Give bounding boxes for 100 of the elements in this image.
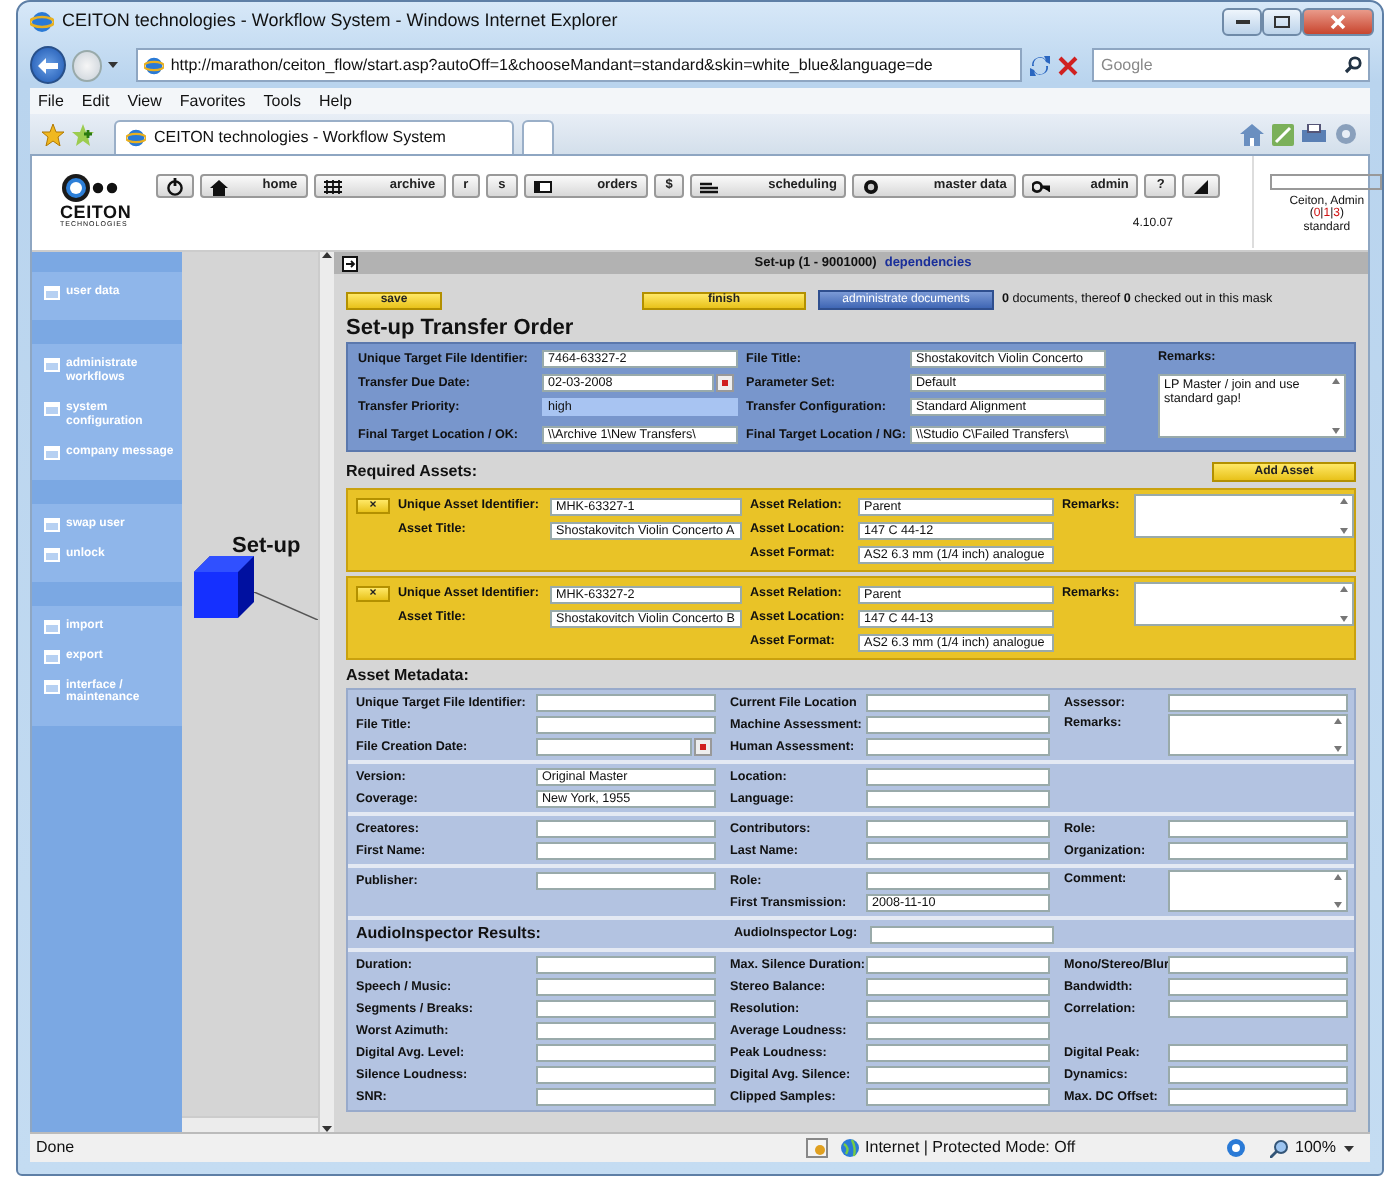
input-field[interactable] (1168, 1088, 1348, 1107)
text-area[interactable] (1134, 494, 1354, 539)
input-field[interactable] (866, 872, 1050, 891)
text-area[interactable] (1168, 714, 1348, 757)
search-icon[interactable] (1344, 56, 1363, 74)
window-icon (44, 547, 60, 562)
window-icon (44, 445, 60, 460)
input-field[interactable] (1168, 820, 1348, 839)
input-field[interactable] (1168, 1044, 1348, 1063)
menu-item[interactable]: Edit (81, 89, 110, 113)
section-title: Asset Metadata: (346, 664, 471, 689)
input-field[interactable] (866, 768, 1050, 787)
input-field[interactable] (536, 694, 716, 713)
power-icon (165, 177, 184, 195)
input-field[interactable] (1168, 1000, 1348, 1019)
input-field[interactable] (1168, 842, 1348, 861)
input-field[interactable] (536, 872, 716, 891)
dropdown-caret-icon[interactable] (1344, 1145, 1354, 1151)
menu-item[interactable]: File (38, 89, 64, 113)
user-field[interactable] (1270, 174, 1382, 190)
menu-item[interactable]: Help (318, 89, 352, 113)
zoom-icon (1269, 1139, 1288, 1157)
input-field[interactable] (866, 1022, 1050, 1041)
maximize-button[interactable] (1262, 8, 1302, 36)
input-field[interactable] (866, 820, 1050, 839)
menu-item[interactable]: Favorites (179, 89, 246, 113)
input-field[interactable] (866, 790, 1050, 809)
maximize-icon (1274, 16, 1290, 28)
add-favorite-icon[interactable] (72, 123, 94, 145)
input-field[interactable] (866, 1000, 1050, 1019)
search-placeholder: Google (1100, 53, 1153, 77)
stop-icon[interactable] (1058, 55, 1079, 75)
print-icon[interactable] (1302, 123, 1326, 145)
close-button[interactable] (1302, 8, 1374, 36)
input-field[interactable] (866, 978, 1050, 997)
scroll-down-icon (1332, 427, 1340, 434)
text-area[interactable] (1134, 582, 1354, 627)
grid-icon (323, 177, 342, 195)
input-field[interactable] (866, 956, 1050, 975)
menu-item[interactable]: Tools (263, 89, 301, 113)
scroll-up-icon (1340, 586, 1348, 593)
horizontal-scrollbar[interactable] (182, 1116, 318, 1132)
input-field[interactable] (866, 1088, 1050, 1107)
zone-text: Internet | Protected Mode: Off (865, 1136, 1078, 1160)
window-icon (44, 358, 60, 372)
back-button[interactable] (30, 46, 67, 84)
scroll-down-icon (1334, 902, 1342, 909)
input-field[interactable] (866, 738, 1050, 757)
logo-text: CEITON (60, 204, 132, 222)
window-icon (44, 401, 60, 416)
window-icon (44, 619, 60, 634)
scroll-up-icon (322, 252, 332, 258)
form-title: Set-up Transfer Order (346, 316, 576, 343)
browser-tab[interactable]: CEITON technologies - Workflow System (114, 120, 514, 154)
zoom-level[interactable]: 100% (1295, 1136, 1336, 1160)
input-field[interactable] (536, 1066, 716, 1085)
scroll-down-icon (1340, 616, 1348, 623)
input-field[interactable] (866, 842, 1050, 861)
home-icon[interactable] (1240, 123, 1264, 145)
menu-item[interactable]: View (127, 89, 162, 113)
input-field[interactable] (536, 1022, 716, 1041)
input-field[interactable] (866, 694, 1050, 713)
text-area[interactable] (1168, 870, 1348, 913)
globe-icon (839, 1138, 860, 1158)
input-field[interactable] (536, 1000, 716, 1019)
input-field[interactable] (536, 820, 716, 839)
section-title: AudioInspector Results: (356, 922, 543, 947)
input-field[interactable] (866, 1066, 1050, 1085)
date-field[interactable] (536, 738, 692, 757)
refresh-icon[interactable] (1028, 53, 1053, 77)
calendar-icon[interactable] (716, 374, 734, 393)
scroll-up-icon (1332, 377, 1340, 384)
input-field[interactable] (536, 842, 716, 861)
nav-button[interactable] (155, 174, 194, 198)
input-field[interactable] (536, 1044, 716, 1063)
new-tab-button[interactable] (522, 120, 554, 154)
input-field[interactable] (536, 1088, 716, 1107)
address-field[interactable]: http://marathon/ceiton_flow/start.asp?autoOff=1&chooseMandant=standard&skin=white_blue&language=de (136, 48, 1023, 82)
input-field[interactable] (1168, 694, 1348, 713)
calendar-icon[interactable] (694, 738, 712, 757)
scroll-down-icon (1340, 528, 1348, 535)
vertical-scrollbar[interactable] (318, 252, 334, 1132)
section-title: Required Assets: (346, 460, 477, 485)
input-field[interactable] (1168, 1066, 1348, 1085)
minimize-button[interactable] (1222, 8, 1262, 36)
expand-icon[interactable] (342, 255, 358, 271)
input-field[interactable] (536, 978, 716, 997)
input-field[interactable] (866, 716, 1050, 735)
search-field[interactable]: Google (1092, 48, 1371, 82)
cube-icon (194, 556, 254, 618)
input-field[interactable] (536, 956, 716, 975)
input-field[interactable] (1168, 956, 1348, 975)
input-field[interactable] (536, 716, 716, 735)
nav-button[interactable] (1182, 174, 1221, 198)
input-field[interactable] (870, 925, 1054, 944)
dropdown-caret-icon[interactable] (108, 62, 119, 68)
input-field[interactable] (1168, 978, 1348, 997)
key-icon (1032, 177, 1051, 195)
favorites-star-icon[interactable] (42, 123, 64, 145)
input-field[interactable] (866, 1044, 1050, 1063)
